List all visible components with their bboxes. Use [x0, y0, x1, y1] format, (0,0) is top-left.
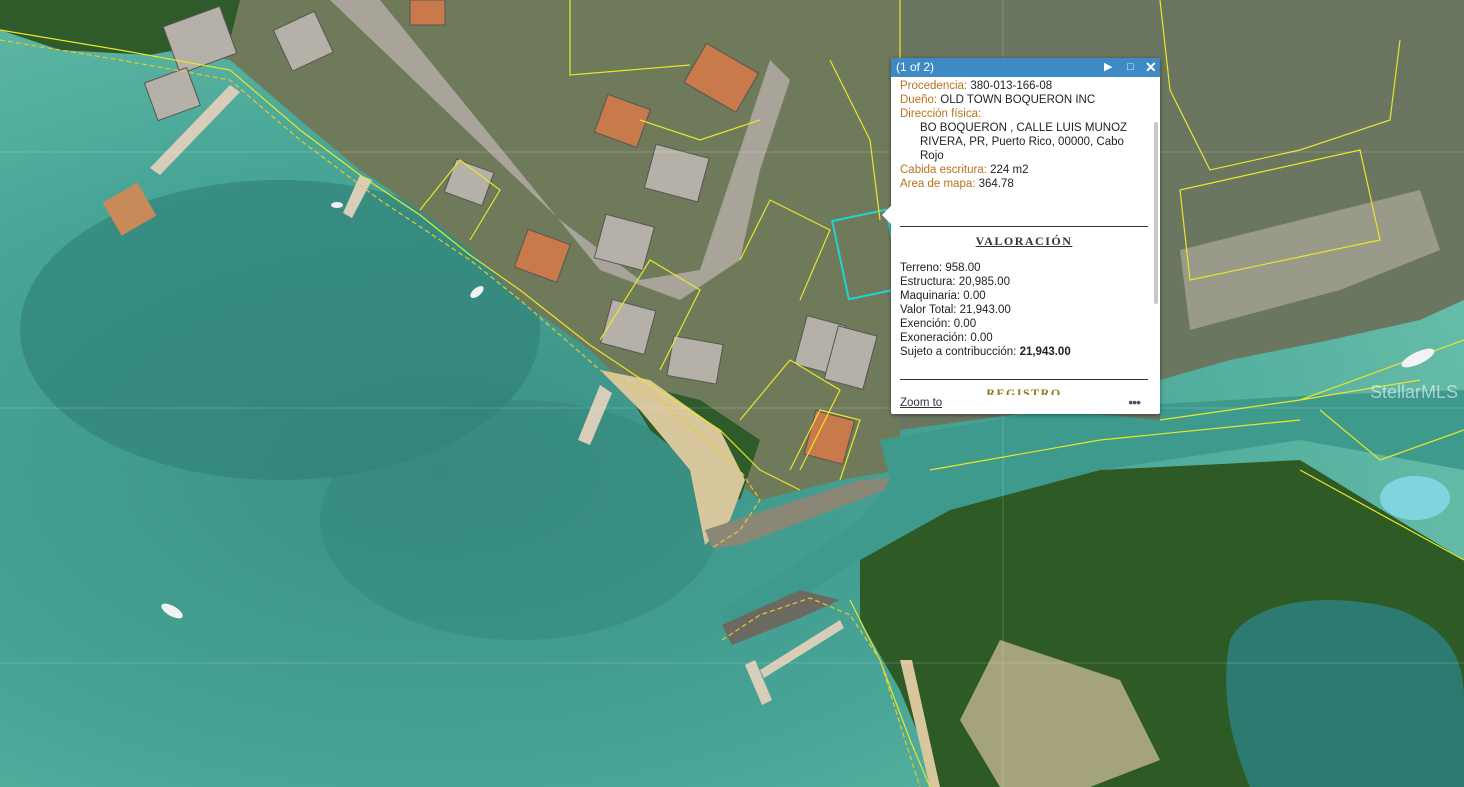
close-icon[interactable]: ✕ — [1145, 58, 1157, 77]
field-cabida: Cabida escritura: 224 m2 — [900, 164, 1029, 176]
valoracion-heading: VALORACIÓN — [975, 234, 1073, 248]
field-procedencia: Procedencia: 380-013-166-08 — [900, 80, 1053, 92]
maximize-icon[interactable]: □ — [1127, 58, 1134, 77]
lagoon — [1226, 600, 1464, 787]
field-exencion: Exención: 0.00 — [900, 318, 977, 330]
popup-scrollbar[interactable] — [1154, 122, 1158, 304]
satellite-map[interactable] — [0, 0, 1464, 787]
divider — [900, 379, 1148, 380]
divider — [900, 226, 1148, 227]
field-valor-total: Valor Total: 21,943.00 — [900, 304, 1011, 316]
next-feature-icon[interactable]: ▶ — [1104, 58, 1112, 77]
field-sujeto: Sujeto a contribucción: 21,943.00 — [900, 346, 1071, 358]
field-dueno: Dueño: OLD TOWN BOQUERON INC — [900, 94, 1096, 106]
popup-counter: (1 of 2) — [896, 60, 935, 74]
field-estructura: Estructura: 20,985.00 — [900, 276, 1010, 288]
popup-footer: Zoom to ••• — [891, 394, 1160, 414]
field-exoneracion: Exoneración: 0.00 — [900, 332, 993, 344]
zoom-to-link[interactable]: Zoom to — [900, 397, 942, 409]
address-text: BO BOQUERON , CALLE LUIS MUNOZ RIVERA, P… — [920, 122, 1128, 162]
more-options-icon[interactable]: ••• — [1128, 394, 1141, 410]
field-maquinaria: Maquinaria: 0.00 — [900, 290, 986, 302]
field-area-mapa: Area de mapa: 364.78 — [900, 178, 1014, 190]
parcel-popup: (1 of 2) ▶ □ ✕ Procedencia: 380-013-166-… — [882, 58, 1160, 414]
popup-header: (1 of 2) ▶ □ ✕ — [891, 58, 1160, 77]
watermark: StellarMLS — [1370, 382, 1459, 402]
field-terreno: Terreno: 958.00 — [900, 262, 981, 274]
field-direccion: Dirección física: — [900, 108, 982, 120]
popup-body[interactable]: Procedencia: 380-013-166-08 Dueño: OLD T… — [891, 77, 1153, 395]
